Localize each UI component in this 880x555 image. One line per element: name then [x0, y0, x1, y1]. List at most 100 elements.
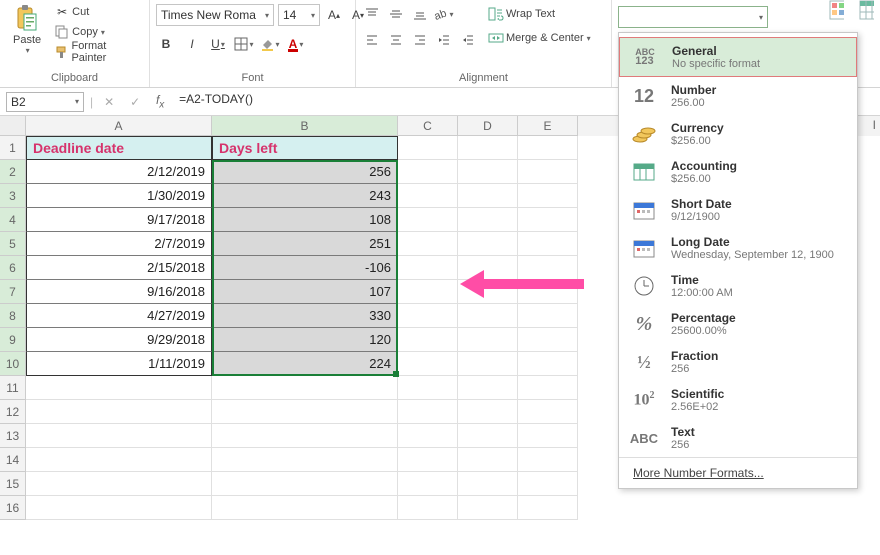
cell[interactable] [518, 208, 578, 232]
row-header[interactable]: 8 [0, 304, 26, 328]
cell[interactable] [458, 160, 518, 184]
cell[interactable] [398, 184, 458, 208]
cell[interactable] [398, 424, 458, 448]
number-format-option-short-date[interactable]: Short Date9/12/1900 [619, 191, 857, 229]
accept-formula-button[interactable]: ✓ [125, 92, 145, 112]
cell[interactable] [398, 160, 458, 184]
cell[interactable] [398, 448, 458, 472]
cell[interactable] [398, 136, 458, 160]
cell[interactable] [398, 376, 458, 400]
cell[interactable] [212, 448, 398, 472]
select-all-corner[interactable] [0, 116, 26, 136]
cell[interactable] [212, 376, 398, 400]
cell[interactable] [518, 232, 578, 256]
name-box[interactable]: B2 ▾ [6, 92, 84, 112]
decrease-indent-button[interactable] [434, 30, 454, 50]
fx-icon[interactable]: fx [151, 93, 169, 110]
cell[interactable] [518, 184, 578, 208]
row-header[interactable]: 11 [0, 376, 26, 400]
align-right-button[interactable] [410, 30, 430, 50]
cell[interactable]: Days left [212, 136, 398, 160]
align-middle-button[interactable] [386, 4, 406, 24]
cell[interactable] [458, 208, 518, 232]
cell[interactable] [458, 400, 518, 424]
cell[interactable] [398, 400, 458, 424]
col-header-A[interactable]: A [26, 116, 212, 136]
number-format-option-currency[interactable]: Currency$256.00 [619, 115, 857, 153]
cell[interactable]: 2/12/2019 [26, 160, 212, 184]
cell[interactable] [26, 472, 212, 496]
cell[interactable]: 2/15/2018 [26, 256, 212, 280]
row-header[interactable]: 7 [0, 280, 26, 304]
cell[interactable]: 2/7/2019 [26, 232, 212, 256]
cell[interactable]: 9/17/2018 [26, 208, 212, 232]
font-size-combo[interactable]: 14 ▾ [278, 4, 320, 26]
cell[interactable] [458, 424, 518, 448]
wrap-text-button[interactable]: Wrap Text [486, 4, 593, 24]
row-header[interactable]: 15 [0, 472, 26, 496]
cell[interactable]: 224 [212, 352, 398, 376]
cell[interactable]: 1/11/2019 [26, 352, 212, 376]
cell[interactable]: 120 [212, 328, 398, 352]
row-header[interactable]: 1 [0, 136, 26, 160]
number-format-combo[interactable]: ▾ [618, 6, 768, 28]
merge-center-button[interactable]: Merge & Center ▾ [486, 28, 593, 48]
copy-button[interactable]: Copy ▾ [52, 22, 143, 42]
number-format-option-scientific[interactable]: 102Scientific2.56E+02 [619, 381, 857, 419]
font-name-combo[interactable]: Times New Roma ▾ [156, 4, 274, 26]
row-header[interactable]: 4 [0, 208, 26, 232]
col-header-C[interactable]: C [398, 116, 458, 136]
format-as-table-icon[interactable] [858, 4, 874, 20]
cell[interactable]: 1/30/2019 [26, 184, 212, 208]
font-color-button[interactable]: A ▾ [286, 34, 306, 54]
row-header[interactable]: 2 [0, 160, 26, 184]
cut-button[interactable]: ✂ Cut [52, 2, 143, 22]
format-painter-button[interactable]: Format Painter [52, 42, 143, 62]
cell[interactable]: 243 [212, 184, 398, 208]
underline-button[interactable]: U▾ [208, 34, 228, 54]
number-format-option-general[interactable]: ABC123GeneralNo specific format [619, 37, 857, 77]
cell[interactable] [518, 472, 578, 496]
cell[interactable] [212, 496, 398, 520]
number-format-option-time[interactable]: Time12:00:00 AM [619, 267, 857, 305]
align-top-button[interactable] [362, 4, 382, 24]
cell[interactable] [26, 496, 212, 520]
more-number-formats-link[interactable]: More Number Formats... [619, 457, 857, 488]
cell[interactable] [398, 352, 458, 376]
cell[interactable] [398, 256, 458, 280]
cell[interactable] [398, 232, 458, 256]
cell[interactable] [398, 328, 458, 352]
orientation-button[interactable]: ab▾ [434, 4, 454, 24]
bold-button[interactable]: B [156, 34, 176, 54]
number-format-option-number[interactable]: 12Number256.00 [619, 77, 857, 115]
cell[interactable] [518, 136, 578, 160]
number-format-option-accounting[interactable]: Accounting$256.00 [619, 153, 857, 191]
cell[interactable] [398, 304, 458, 328]
paste-button[interactable]: Paste ▾ [6, 2, 48, 55]
borders-button[interactable]: ▾ [234, 34, 254, 54]
number-format-option-text[interactable]: ABCText256 [619, 419, 857, 457]
cell[interactable] [458, 304, 518, 328]
row-header[interactable]: 12 [0, 400, 26, 424]
cell[interactable]: -106 [212, 256, 398, 280]
col-header-B[interactable]: B [212, 116, 398, 136]
cell[interactable]: 9/16/2018 [26, 280, 212, 304]
row-header[interactable]: 9 [0, 328, 26, 352]
cell[interactable] [458, 328, 518, 352]
cell[interactable] [518, 328, 578, 352]
align-bottom-button[interactable] [410, 4, 430, 24]
cancel-formula-button[interactable]: ✕ [99, 92, 119, 112]
align-left-button[interactable] [362, 30, 382, 50]
cell[interactable] [518, 160, 578, 184]
number-format-option-percentage[interactable]: %Percentage25600.00% [619, 305, 857, 343]
cell[interactable] [458, 472, 518, 496]
number-format-option-long-date[interactable]: Long DateWednesday, September 12, 1900 [619, 229, 857, 267]
row-header[interactable]: 5 [0, 232, 26, 256]
cell[interactable] [518, 496, 578, 520]
row-header[interactable]: 3 [0, 184, 26, 208]
row-header[interactable]: 16 [0, 496, 26, 520]
cell[interactable] [518, 376, 578, 400]
conditional-formatting-icon[interactable] [828, 4, 844, 20]
cell[interactable]: 9/29/2018 [26, 328, 212, 352]
number-format-option-fraction[interactable]: ½Fraction256 [619, 343, 857, 381]
